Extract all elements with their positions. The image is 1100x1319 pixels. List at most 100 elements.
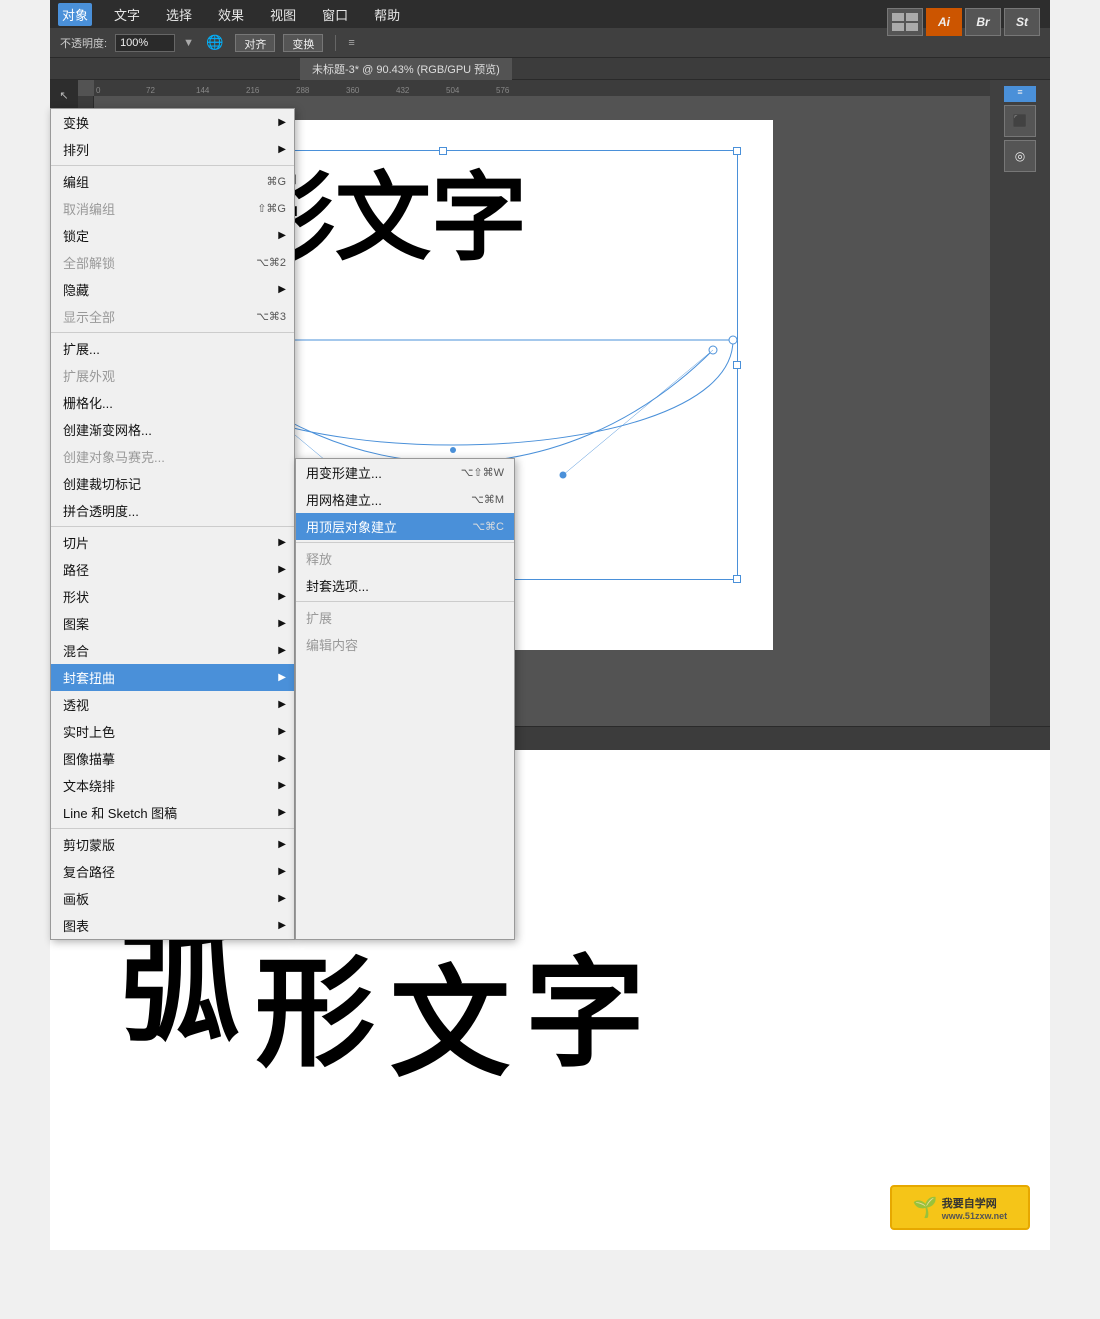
watermark: 🌱 我要自学网 www.51zxw.net	[890, 1185, 1030, 1230]
menu-pattern[interactable]: 图案 ▶	[51, 610, 294, 637]
handle-br[interactable]	[733, 575, 741, 583]
align-btn[interactable]: 对齐	[235, 34, 275, 52]
menu-shape[interactable]: 形状 ▶	[51, 583, 294, 610]
sub-edit-content[interactable]: 编辑内容	[296, 631, 514, 658]
menu-item-view[interactable]: 视图	[266, 3, 300, 26]
menu-item-select[interactable]: 选择	[162, 3, 196, 26]
menu-crop-marks[interactable]: 创建裁切标记	[51, 470, 294, 497]
ruler-72: 72	[144, 86, 194, 96]
menu-compound-arrow: ▶	[278, 866, 286, 877]
menu-crop-marks-label: 创建裁切标记	[63, 474, 141, 493]
menu-showall-label: 显示全部	[63, 307, 115, 326]
menu-expand[interactable]: 扩展...	[51, 335, 294, 362]
menu-shape-arrow: ▶	[278, 591, 286, 602]
watermark-line1: 我要自学网	[942, 1195, 1007, 1211]
menu-lock-arrow: ▶	[278, 230, 286, 241]
rp-icon-2[interactable]: ◎	[1004, 140, 1036, 172]
menu-mosaic[interactable]: 创建对象马赛克...	[51, 443, 294, 470]
ruler-0: 0	[94, 86, 144, 96]
active-tab[interactable]: 未标题-3* @ 90.43% (RGB/GPU 预览)	[300, 58, 512, 80]
st-icon-btn[interactable]: St	[1004, 8, 1040, 36]
opacity-input[interactable]	[115, 34, 175, 52]
menu-chart[interactable]: 图表 ▶	[51, 912, 294, 939]
menu-text-wrap[interactable]: 文本绕排 ▶	[51, 772, 294, 799]
opacity-label: 不透明度:	[60, 35, 107, 51]
menu-showall[interactable]: 显示全部 ⌥⌘3	[51, 303, 294, 330]
menu-image-trace[interactable]: 图像描摹 ▶	[51, 745, 294, 772]
sub-warp[interactable]: 用变形建立... ⌥⇧⌘W	[296, 459, 514, 486]
menu-clipping[interactable]: 剪切蒙版 ▶	[51, 831, 294, 858]
menu-compound-label: 复合路径	[63, 862, 115, 881]
menu-envelope[interactable]: 封套扭曲 ▶	[51, 664, 294, 691]
menu-gradient-mesh[interactable]: 创建渐变网格...	[51, 416, 294, 443]
menu-unlock[interactable]: 全部解锁 ⌥⌘2	[51, 249, 294, 276]
menu-bianhuan-label: 变换	[63, 113, 89, 132]
menu-hide[interactable]: 隐藏 ▶	[51, 276, 294, 303]
transform-btn[interactable]: 变换	[283, 34, 323, 52]
grid-cell-4	[906, 23, 918, 31]
menu-pailie[interactable]: 排列 ▶	[51, 136, 294, 163]
menu-perspective[interactable]: 透视 ▶	[51, 691, 294, 718]
tool-select[interactable]: ↖	[53, 84, 75, 106]
menu-line-sketch[interactable]: Line 和 Sketch 图稿 ▶	[51, 799, 294, 826]
menu-raster[interactable]: 栅格化...	[51, 389, 294, 416]
menu-path[interactable]: 路径 ▶	[51, 556, 294, 583]
menu-item-object[interactable]: 对象	[58, 3, 92, 26]
menu-chart-label: 图表	[63, 916, 89, 935]
menu-item-help[interactable]: 帮助	[370, 3, 404, 26]
menu-perspective-arrow: ▶	[278, 699, 286, 710]
menu-unlock-label: 全部解锁	[63, 253, 115, 272]
toolbar-arrow: ▼	[183, 37, 194, 49]
menu-item-effect[interactable]: 效果	[214, 3, 248, 26]
menu-slice[interactable]: 切片 ▶	[51, 529, 294, 556]
sub-top-object[interactable]: 用顶层对象建立 ⌥⌘C	[296, 513, 514, 540]
menu-compound[interactable]: 复合路径 ▶	[51, 858, 294, 885]
rp-icon-1[interactable]: ⬛	[1004, 105, 1036, 137]
sub-div-1	[296, 542, 514, 543]
menu-image-trace-label: 图像描摹	[63, 749, 115, 768]
sub-expand[interactable]: 扩展	[296, 604, 514, 631]
ruler-360: 360	[344, 86, 394, 96]
menu-flatten-label: 拼合透明度...	[63, 501, 139, 520]
sub-options-label: 封套选项...	[306, 576, 369, 595]
menu-group-label: 编组	[63, 172, 89, 191]
menu-bianhuan[interactable]: 变换 ▶	[51, 109, 294, 136]
menu-expand-appear[interactable]: 扩展外观	[51, 362, 294, 389]
toolbar-lines-icon: ≡	[348, 37, 354, 49]
menu-group[interactable]: 编组 ⌘G	[51, 168, 294, 195]
ruler-288: 288	[294, 86, 344, 96]
menu-pailie-arrow: ▶	[278, 144, 286, 155]
sub-top-object-shortcut: ⌥⌘C	[472, 520, 504, 533]
menu-blend[interactable]: 混合 ▶	[51, 637, 294, 664]
watermark-text: 我要自学网 www.51zxw.net	[942, 1195, 1007, 1221]
toolbar-globe-icon: 🌐	[206, 34, 223, 51]
menu-clipping-arrow: ▶	[278, 839, 286, 850]
menu-live-paint[interactable]: 实时上色 ▶	[51, 718, 294, 745]
menu-item-text[interactable]: 文字	[110, 3, 144, 26]
handle-tr[interactable]	[733, 147, 741, 155]
sub-warp-label: 用变形建立...	[306, 463, 382, 482]
menu-ungroup[interactable]: 取消编组 ⇧⌘G	[51, 195, 294, 222]
menu-text-wrap-label: 文本绕排	[63, 776, 115, 795]
menu-artboard[interactable]: 画板 ▶	[51, 885, 294, 912]
toolbar-sep	[335, 35, 336, 51]
menu-flatten[interactable]: 拼合透明度...	[51, 497, 294, 524]
div-3	[51, 526, 294, 527]
rp-btn-1[interactable]: ≡	[1004, 86, 1036, 102]
menu-clipping-label: 剪切蒙版	[63, 835, 115, 854]
menu-lock[interactable]: 锁定 ▶	[51, 222, 294, 249]
sub-options[interactable]: 封套选项...	[296, 572, 514, 599]
grid-view-btn[interactable]	[887, 8, 923, 36]
sub-release[interactable]: 释放	[296, 545, 514, 572]
ai-icon-btn[interactable]: Ai	[926, 8, 962, 36]
menu-artboard-label: 画板	[63, 889, 89, 908]
sub-mesh[interactable]: 用网格建立... ⌥⌘M	[296, 486, 514, 513]
menu-bianhuan-arrow: ▶	[278, 117, 286, 128]
menu-raster-label: 栅格化...	[63, 393, 113, 412]
ruler-576: 576	[494, 86, 544, 96]
menu-item-window[interactable]: 窗口	[318, 3, 352, 26]
menu-live-paint-label: 实时上色	[63, 722, 115, 741]
menu-ungroup-label: 取消编组	[63, 199, 115, 218]
menu-mosaic-label: 创建对象马赛克...	[63, 447, 165, 466]
br-icon-btn[interactable]: Br	[965, 8, 1001, 36]
